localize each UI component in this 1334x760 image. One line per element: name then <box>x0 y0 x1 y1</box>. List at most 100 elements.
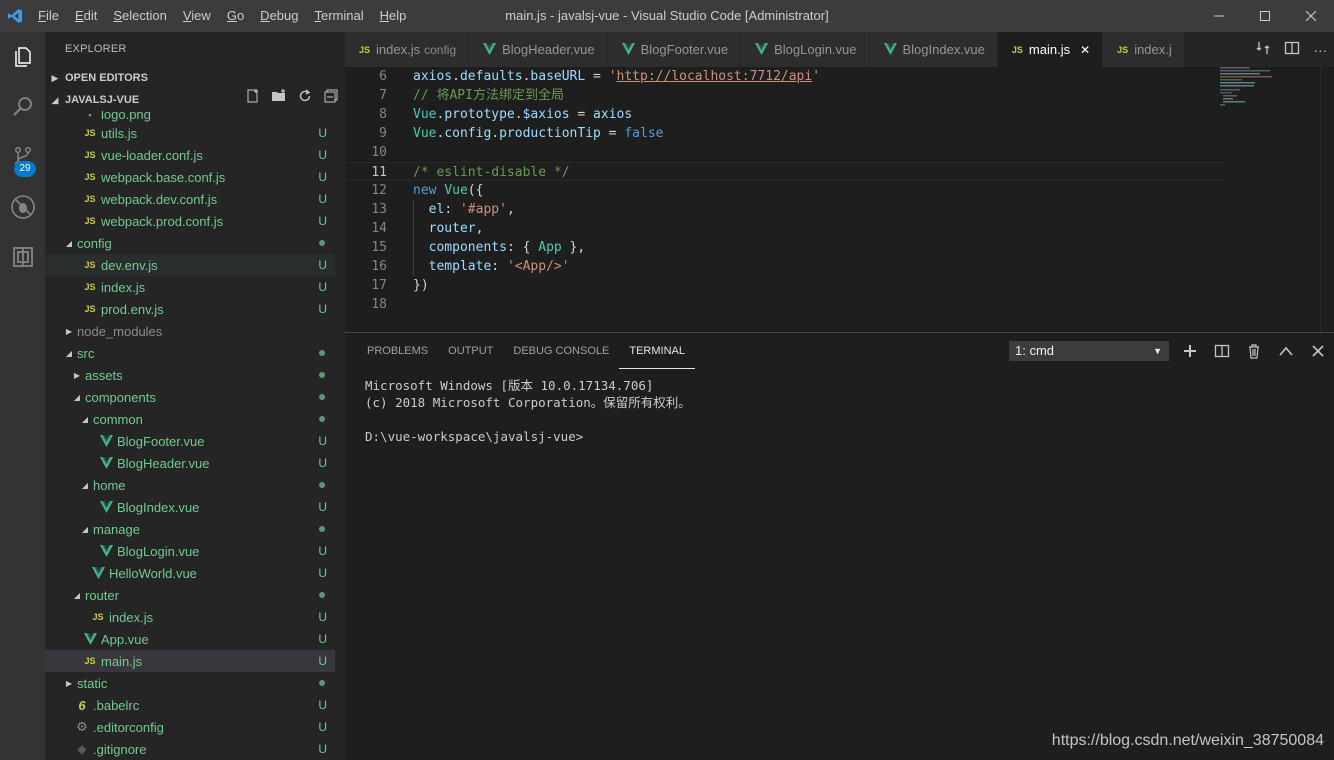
modified-dot-icon <box>319 350 325 356</box>
trash-icon[interactable] <box>1238 341 1270 361</box>
tree-item[interactable]: ◢ src <box>45 342 335 364</box>
tree-item[interactable]: ◢ router <box>45 584 335 606</box>
tree-item[interactable]: JS webpack.base.conf.js U <box>45 166 335 188</box>
open-editors-header[interactable]: ▶ OPEN EDITORS <box>45 67 345 89</box>
split-terminal-icon[interactable] <box>1206 341 1238 361</box>
editor-scrollbar[interactable] <box>1320 67 1334 332</box>
tree-item[interactable]: JS index.js U <box>45 276 335 298</box>
tree-item[interactable]: ◢ manage <box>45 518 335 540</box>
tree-item[interactable]: App.vue U <box>45 628 335 650</box>
tree-item[interactable]: JS dev.env.js U <box>45 254 335 276</box>
tab-bloglogin-vue[interactable]: BlogLogin.vue <box>741 32 870 67</box>
line-number: 11 <box>371 165 387 180</box>
minimize-button[interactable] <box>1196 0 1242 32</box>
vue-file-icon <box>99 500 113 514</box>
tree-item-label: webpack.prod.conf.js <box>101 213 224 229</box>
tab-blogindex-vue[interactable]: BlogIndex.vue <box>869 32 998 67</box>
menu-item-file[interactable]: File <box>30 0 67 32</box>
code-token: components <box>428 240 507 255</box>
tree-item-label: BlogFooter.vue <box>117 433 205 449</box>
menu-item-debug[interactable]: Debug <box>252 0 306 32</box>
code-line: 12 new Vue({ <box>345 181 1225 200</box>
tree-item[interactable]: BlogHeader.vue U <box>45 452 335 474</box>
terminal-output[interactable]: Microsoft Windows [版本 10.0.17134.706] (c)… <box>365 377 691 445</box>
tree-item[interactable]: JS main.js U <box>45 650 335 672</box>
close-icon[interactable]: ✕ <box>1080 43 1090 57</box>
vue-file-icon <box>99 456 113 470</box>
close-panel-icon[interactable] <box>1302 341 1334 361</box>
tree-item[interactable]: JS webpack.prod.conf.js U <box>45 210 335 232</box>
menu-item-edit[interactable]: Edit <box>67 0 105 32</box>
image-file-icon: ▪ <box>88 111 92 120</box>
terminal-select[interactable]: 1: cmd ▼ <box>1009 341 1169 361</box>
close-window-button[interactable] <box>1288 0 1334 32</box>
maximize-panel-icon[interactable] <box>1270 341 1302 361</box>
tree-item[interactable]: BlogFooter.vue U <box>45 430 335 452</box>
code-line: 8 Vue.prototype.$axios = axios <box>345 105 1225 124</box>
tree-item[interactable]: ◢ home <box>45 474 335 496</box>
panel-tab-problems[interactable]: PROBLEMS <box>357 333 438 369</box>
tree-item[interactable]: ◆ .gitignore U <box>45 738 335 760</box>
tree-item[interactable]: HelloWorld.vue U <box>45 562 335 584</box>
debug-icon[interactable] <box>0 182 45 232</box>
tree-item[interactable]: JS utils.js U <box>45 122 335 144</box>
tree-item[interactable]: JS vue-loader.conf.js U <box>45 144 335 166</box>
split-editor-icon[interactable] <box>1284 40 1300 59</box>
tab-index-j[interactable]: JS index.j <box>1103 32 1185 67</box>
modified-dot-icon <box>319 592 325 598</box>
tree-item-label: index.js <box>101 279 146 295</box>
tree-item[interactable]: JS webpack.dev.conf.js U <box>45 188 335 210</box>
open-changes-icon[interactable] <box>1255 40 1271 59</box>
menu-item-terminal[interactable]: Terminal <box>306 0 371 32</box>
tree-item[interactable]: BlogIndex.vue U <box>45 496 335 518</box>
menu-item-selection[interactable]: Selection <box>105 0 174 32</box>
more-actions-icon[interactable]: ··· <box>1313 42 1327 58</box>
add-terminal-icon[interactable] <box>1174 341 1206 361</box>
new-file-icon[interactable] <box>245 88 261 112</box>
tree-item[interactable]: JS index.js U <box>45 606 335 628</box>
collapse-all-icon[interactable] <box>323 88 339 112</box>
js-file-icon: JS <box>84 656 96 666</box>
explorer-icon[interactable] <box>0 32 45 82</box>
minimap[interactable] <box>1220 67 1320 107</box>
code-editor[interactable]: 6 axios.defaults.baseURL = 'http://localh… <box>345 67 1334 332</box>
panel-tab-terminal[interactable]: TERMINAL <box>619 339 695 369</box>
panel-tab-output[interactable]: OUTPUT <box>438 333 503 369</box>
tree-item[interactable]: ▶ assets <box>45 364 335 386</box>
chevron-right-icon: ▶ <box>65 326 73 336</box>
tree-item[interactable]: BlogLogin.vue U <box>45 540 335 562</box>
untracked-badge: U <box>318 302 327 316</box>
menu-item-go[interactable]: Go <box>219 0 252 32</box>
tab-main-js[interactable]: JS main.js ✕ <box>997 32 1104 67</box>
maximize-button[interactable] <box>1242 0 1288 32</box>
chevron-down-icon: ◢ <box>65 348 73 358</box>
tree-item[interactable]: ▶ node_modules <box>45 320 335 342</box>
tree-item[interactable]: 6 .babelrc U <box>45 694 335 716</box>
tab-blogheader-vue[interactable]: BlogHeader.vue <box>469 32 608 67</box>
line-number: 17 <box>371 278 387 293</box>
tab-index-js[interactable]: JS index.js config <box>345 32 470 67</box>
tree-item[interactable]: ▶ static <box>45 672 335 694</box>
search-icon[interactable] <box>0 82 45 132</box>
source-control-icon[interactable]: 29 <box>0 132 45 182</box>
new-folder-icon[interactable] <box>271 88 287 112</box>
project-header[interactable]: ◢ JAVALSJ-VUE <box>45 89 345 111</box>
tree-item[interactable]: ▪ logo.png <box>45 111 335 122</box>
tree-item[interactable]: JS prod.env.js U <box>45 298 335 320</box>
panel-tab-debug-console[interactable]: DEBUG CONSOLE <box>503 333 619 369</box>
tree-item[interactable]: ◢ components <box>45 386 335 408</box>
menu-item-help[interactable]: Help <box>372 0 415 32</box>
code-token: . <box>514 107 523 122</box>
refresh-icon[interactable] <box>297 88 313 112</box>
tab-blogfooter-vue[interactable]: BlogFooter.vue <box>607 32 742 67</box>
gear-icon: ⚙ <box>76 719 88 734</box>
tree-item-label: BlogLogin.vue <box>117 543 200 559</box>
menu-item-view[interactable]: View <box>175 0 219 32</box>
code-token: = <box>585 69 609 84</box>
tree-item[interactable]: ◢ common <box>45 408 335 430</box>
extensions-icon[interactable] <box>0 232 45 282</box>
tree-item[interactable]: ⚙ .editorconfig U <box>45 716 335 738</box>
tree-item[interactable]: ◢ config <box>45 232 335 254</box>
untracked-badge: U <box>318 654 327 668</box>
